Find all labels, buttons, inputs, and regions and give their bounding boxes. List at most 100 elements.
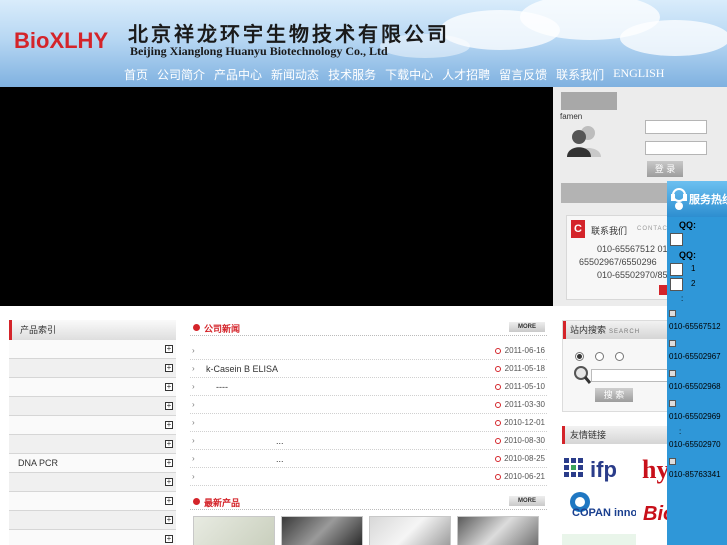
partner-logo-bioxl[interactable]: BioXL — [641, 494, 701, 530]
news-link[interactable]: ... — [206, 450, 284, 468]
partner-logo-ifp[interactable]: ifp — [562, 448, 636, 488]
expand-icon[interactable]: + — [165, 478, 173, 486]
expand-icon[interactable]: + — [165, 535, 173, 543]
qq-label: QQ: — [679, 220, 696, 230]
news-item[interactable]: › ... 2010-08-25 — [190, 450, 547, 468]
news-date: 2010-08-25 — [504, 454, 545, 463]
nav-about[interactable]: 公司简介 — [157, 66, 205, 84]
news-date: 2011-06-16 — [504, 346, 545, 355]
login-button[interactable]: 登 录 — [647, 161, 683, 177]
service-title: 服务热线 — [689, 193, 727, 206]
arrow-icon: › — [192, 382, 195, 391]
clock-icon — [495, 384, 501, 390]
search-radio-2[interactable] — [595, 352, 604, 361]
news-item[interactable]: › 2011-03-30 — [190, 396, 547, 414]
site-search: 站内搜索 SEARCH 搜 索 — [562, 320, 672, 412]
product-category-row[interactable]: + — [9, 473, 176, 492]
product-category-row[interactable]: + — [9, 416, 176, 435]
news-date: 2010-06-21 — [504, 472, 545, 481]
nav-home[interactable]: 首页 — [124, 66, 148, 84]
news-item[interactable]: › ... 2010-08-30 — [190, 432, 547, 450]
expand-icon[interactable]: + — [165, 364, 173, 372]
news-date: 2010-12-01 — [504, 418, 545, 427]
news-item[interactable]: › 2010-12-01 — [190, 414, 547, 432]
product-index-title: 产品索引 — [9, 320, 176, 340]
product-category-row[interactable]: + — [9, 359, 176, 378]
product-category-row[interactable]: + — [9, 492, 176, 511]
partner-logo-hy[interactable]: hy — [641, 448, 669, 488]
contact-title: 联系我们 — [591, 226, 628, 236]
product-category-row[interactable]: + — [9, 397, 176, 416]
phone-icon — [669, 370, 676, 377]
news-item[interactable]: › ---- 2011-05-10 — [190, 378, 547, 396]
hotline-number: 010-65502968 — [669, 369, 721, 393]
ifp-logo-text: ifp — [590, 457, 617, 482]
search-radio-1[interactable] — [575, 352, 584, 361]
expand-icon[interactable]: + — [165, 421, 173, 429]
clock-icon — [495, 420, 501, 426]
login-label: famen — [560, 112, 583, 121]
expand-icon[interactable]: + — [165, 497, 173, 505]
product-thumbnails — [193, 516, 545, 545]
nav-jobs[interactable]: 人才招聘 — [442, 66, 490, 84]
product-category-row[interactable]: + — [9, 530, 176, 545]
qq-penguin-icon[interactable] — [670, 263, 683, 276]
news-date: 2011-03-30 — [504, 400, 545, 409]
contact-phone: 65502967/6550296 — [579, 257, 657, 267]
expand-icon[interactable]: + — [165, 516, 173, 524]
news-more-button[interactable]: MORE — [509, 322, 545, 332]
expand-icon[interactable]: + — [165, 402, 173, 410]
expand-icon[interactable]: + — [165, 440, 173, 448]
news-link[interactable]: k-Casein B ELISA — [206, 360, 278, 378]
qq-label: QQ: — [679, 250, 696, 260]
qq-penguin-icon[interactable] — [670, 278, 683, 291]
username-input[interactable] — [645, 120, 707, 134]
product-thumbnail[interactable] — [457, 516, 539, 545]
news-link[interactable]: ---- — [206, 378, 228, 396]
product-category-row[interactable]: + — [9, 340, 176, 359]
main-nav: 首页 公司简介 产品中心 新闻动态 技术服务 下载中心 人才招聘 留言反馈 联系… — [124, 66, 673, 84]
news-item[interactable]: › k-Casein B ELISA 2011-05-18 — [190, 360, 547, 378]
product-thumbnail[interactable] — [369, 516, 451, 545]
expand-icon[interactable]: + — [165, 345, 173, 353]
product-category-row[interactable]: + — [9, 511, 176, 530]
nav-downloads[interactable]: 下载中心 — [385, 66, 433, 84]
expand-icon[interactable]: + — [165, 383, 173, 391]
partner-logo-copan[interactable]: COPAN innovation — [562, 490, 670, 530]
nav-products[interactable]: 产品中心 — [214, 66, 262, 84]
nav-contact[interactable]: 联系我们 — [556, 66, 604, 84]
hotline-number: 010-65502967 — [669, 339, 721, 363]
product-thumbnail[interactable] — [193, 516, 275, 545]
partner-logo-partial[interactable] — [562, 534, 636, 545]
news-list: › 2011-06-16 › k-Casein B ELISA 2011-05-18 … — [190, 342, 547, 486]
nav-english[interactable]: ENGLISH — [613, 66, 664, 84]
search-radio-3[interactable] — [615, 352, 624, 361]
copan-logo-icon: COPAN innovation — [570, 492, 670, 519]
qq-item[interactable]: 1 — [691, 263, 695, 275]
product-category-row[interactable]: DNA PCR + — [9, 454, 176, 473]
news-item[interactable]: › 2011-06-16 — [190, 342, 547, 360]
qq-penguin-icon[interactable] — [670, 233, 683, 246]
product-thumbnail[interactable] — [281, 516, 363, 545]
friend-links-header: 友情链接 — [562, 426, 672, 444]
site-logo[interactable]: BioXLHY — [14, 28, 108, 54]
product-index: 产品索引 + + + + + + DNA PCR + + + + + — [9, 320, 176, 545]
nav-services[interactable]: 技术服务 — [328, 66, 376, 84]
nav-feedback[interactable]: 留言反馈 — [499, 66, 547, 84]
qq-item[interactable]: 2 — [691, 278, 695, 290]
product-category-row[interactable]: + — [9, 378, 176, 397]
red-marker — [659, 285, 667, 295]
new-products-title: 最新产品 — [204, 499, 241, 509]
nav-news[interactable]: 新闻动态 — [271, 66, 319, 84]
search-input[interactable] — [591, 369, 671, 382]
site-search-title: 站内搜索 — [570, 325, 607, 335]
headset-icon — [671, 188, 687, 210]
hotline-number: 010-85763341 — [669, 457, 721, 481]
search-button[interactable]: 搜 索 — [595, 388, 633, 402]
password-input[interactable] — [645, 141, 707, 155]
news-item[interactable]: › 2010-06-21 — [190, 468, 547, 486]
new-products-more-button[interactable]: MORE — [509, 496, 545, 506]
expand-icon[interactable]: + — [165, 459, 173, 467]
news-link[interactable]: ... — [206, 432, 284, 450]
product-category-row[interactable]: + — [9, 435, 176, 454]
